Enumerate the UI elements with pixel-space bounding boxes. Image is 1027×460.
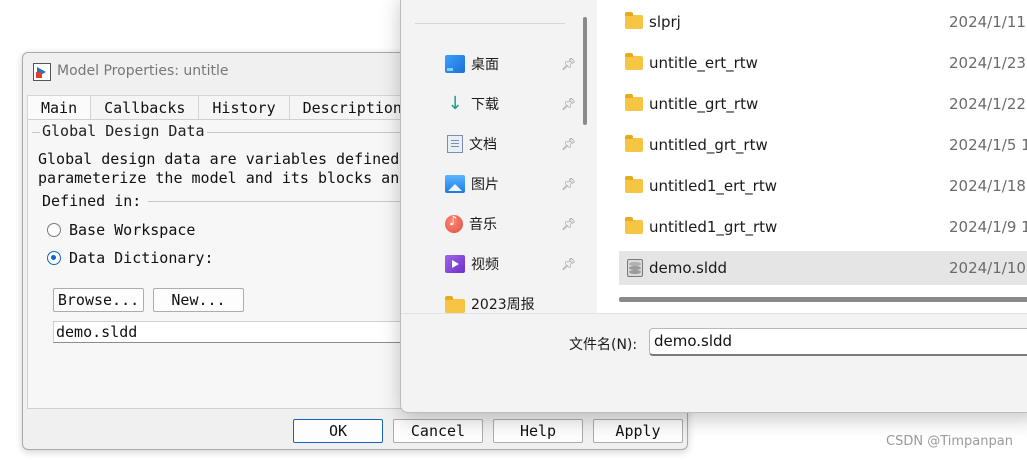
nav-label: 视频 (471, 257, 499, 273)
file-open-dialog: 桌面 📌︎ ↓ 下载 📌︎ 文档 📌︎ 图片 📌︎ 音乐 📌︎ 视频 📌︎ (400, 0, 1027, 413)
pin-icon[interactable]: 📌︎ (561, 137, 576, 151)
nav-item-desktop[interactable]: 桌面 📌︎ (445, 53, 576, 75)
file-date: 2024/1/11 (949, 13, 1026, 31)
folder-icon (625, 176, 643, 193)
folder-icon (445, 295, 465, 313)
folder-icon (625, 217, 643, 234)
nav-item-videos[interactable]: 视频 📌︎ (445, 253, 576, 275)
simulink-app-icon (33, 63, 51, 81)
cancel-button[interactable]: Cancel (393, 419, 483, 443)
file-name: untitled_grt_rtw (649, 136, 768, 154)
help-button[interactable]: Help (493, 419, 583, 443)
radio-button-selected[interactable] (47, 251, 61, 265)
nav-scrollbar[interactable] (583, 17, 587, 125)
pin-icon[interactable]: 📌︎ (561, 177, 576, 191)
documents-icon (447, 135, 463, 153)
browse-button[interactable]: Browse... (53, 288, 144, 312)
file-list: slprj 2024/1/11 untitle_ert_rtw 2024/1/2… (597, 0, 1027, 313)
file-date: 2024/1/9 1 (949, 218, 1027, 236)
tab-bar: Main Callbacks History Description (27, 95, 416, 119)
file-name: slprj (649, 13, 681, 31)
file-row[interactable]: untitle_ert_rtw 2024/1/23 (619, 46, 1027, 80)
file-name: demo.sldd (649, 259, 728, 277)
nav-label: 音乐 (469, 217, 497, 233)
nav-item-folder-2023-weekly[interactable]: 2023周报 (445, 293, 575, 315)
folder-icon (625, 53, 643, 70)
file-date: 2024/1/10 (949, 259, 1026, 277)
file-name: untitle_grt_rtw (649, 95, 759, 113)
pin-icon[interactable]: 📌︎ (561, 257, 576, 271)
nav-divider (415, 23, 565, 24)
nav-label: 2023周报 (471, 297, 535, 313)
tab-callbacks[interactable]: Callbacks (90, 95, 200, 119)
file-name-label: 文件名(N): (569, 337, 638, 353)
tab-description[interactable]: Description (288, 95, 416, 119)
nav-item-downloads[interactable]: ↓ 下载 📌︎ (445, 93, 576, 115)
tab-history[interactable]: History (198, 95, 290, 119)
file-name-input[interactable]: demo.sldd (649, 328, 1027, 356)
radio-label: Data Dictionary: (69, 249, 214, 267)
nav-label: 文档 (469, 137, 497, 153)
tab-main[interactable]: Main (27, 95, 92, 119)
watermark: CSDN @Timpanpan (886, 434, 1013, 449)
radio-button[interactable] (47, 223, 61, 237)
folder-icon (625, 94, 643, 111)
file-row[interactable]: untitled1_ert_rtw 2024/1/18 (619, 169, 1027, 203)
nav-label: 下载 (471, 97, 499, 113)
file-row[interactable]: untitle_grt_rtw 2024/1/22 (619, 87, 1027, 121)
defined-in-label: Defined in: (42, 192, 148, 210)
pin-icon[interactable]: 📌︎ (561, 57, 576, 71)
file-name: untitled1_grt_rtw (649, 218, 778, 236)
apply-button[interactable]: Apply (593, 419, 683, 443)
data-dictionary-file-icon (627, 259, 643, 277)
footer-divider (401, 313, 1027, 314)
file-date: 2024/1/18 (949, 177, 1026, 195)
navigation-pane: 桌面 📌︎ ↓ 下载 📌︎ 文档 📌︎ 图片 📌︎ 音乐 📌︎ 视频 📌︎ (401, 0, 587, 315)
videos-icon (445, 255, 465, 273)
download-icon: ↓ (447, 93, 463, 114)
ok-button[interactable]: OK (293, 419, 383, 443)
radio-data-dictionary[interactable]: Data Dictionary: (47, 247, 214, 269)
file-row[interactable]: slprj 2024/1/11 (619, 5, 1027, 39)
nav-item-pictures[interactable]: 图片 📌︎ (445, 173, 576, 195)
nav-item-music[interactable]: 音乐 📌︎ (445, 213, 576, 235)
new-button[interactable]: New... (153, 288, 244, 312)
pictures-icon (445, 175, 465, 193)
horizontal-scrollbar[interactable] (619, 297, 1027, 302)
nav-label: 图片 (471, 177, 499, 193)
file-date: 2024/1/5 1 (949, 136, 1027, 154)
radio-label: Base Workspace (69, 221, 196, 239)
pin-icon[interactable]: 📌︎ (561, 97, 576, 111)
dialog-title: Model Properties: untitle (57, 63, 229, 79)
file-date: 2024/1/23 (949, 54, 1026, 72)
file-name: untitled1_ert_rtw (649, 177, 777, 195)
file-name: untitle_ert_rtw (649, 54, 758, 72)
desktop-icon (445, 55, 465, 73)
file-row[interactable]: untitled_grt_rtw 2024/1/5 1 (619, 128, 1027, 162)
folder-icon (625, 12, 643, 29)
file-row[interactable]: untitled1_grt_rtw 2024/1/9 1 (619, 210, 1027, 244)
file-row-selected[interactable]: demo.sldd 2024/1/10 (619, 251, 1027, 285)
group-title: Global Design Data (40, 122, 207, 140)
pin-icon[interactable]: 📌︎ (561, 217, 576, 231)
radio-base-workspace[interactable]: Base Workspace (47, 219, 195, 241)
music-icon (445, 214, 463, 233)
file-date: 2024/1/22 (949, 95, 1026, 113)
folder-icon (625, 135, 643, 152)
nav-label: 桌面 (471, 57, 499, 73)
nav-item-documents[interactable]: 文档 📌︎ (445, 133, 576, 155)
